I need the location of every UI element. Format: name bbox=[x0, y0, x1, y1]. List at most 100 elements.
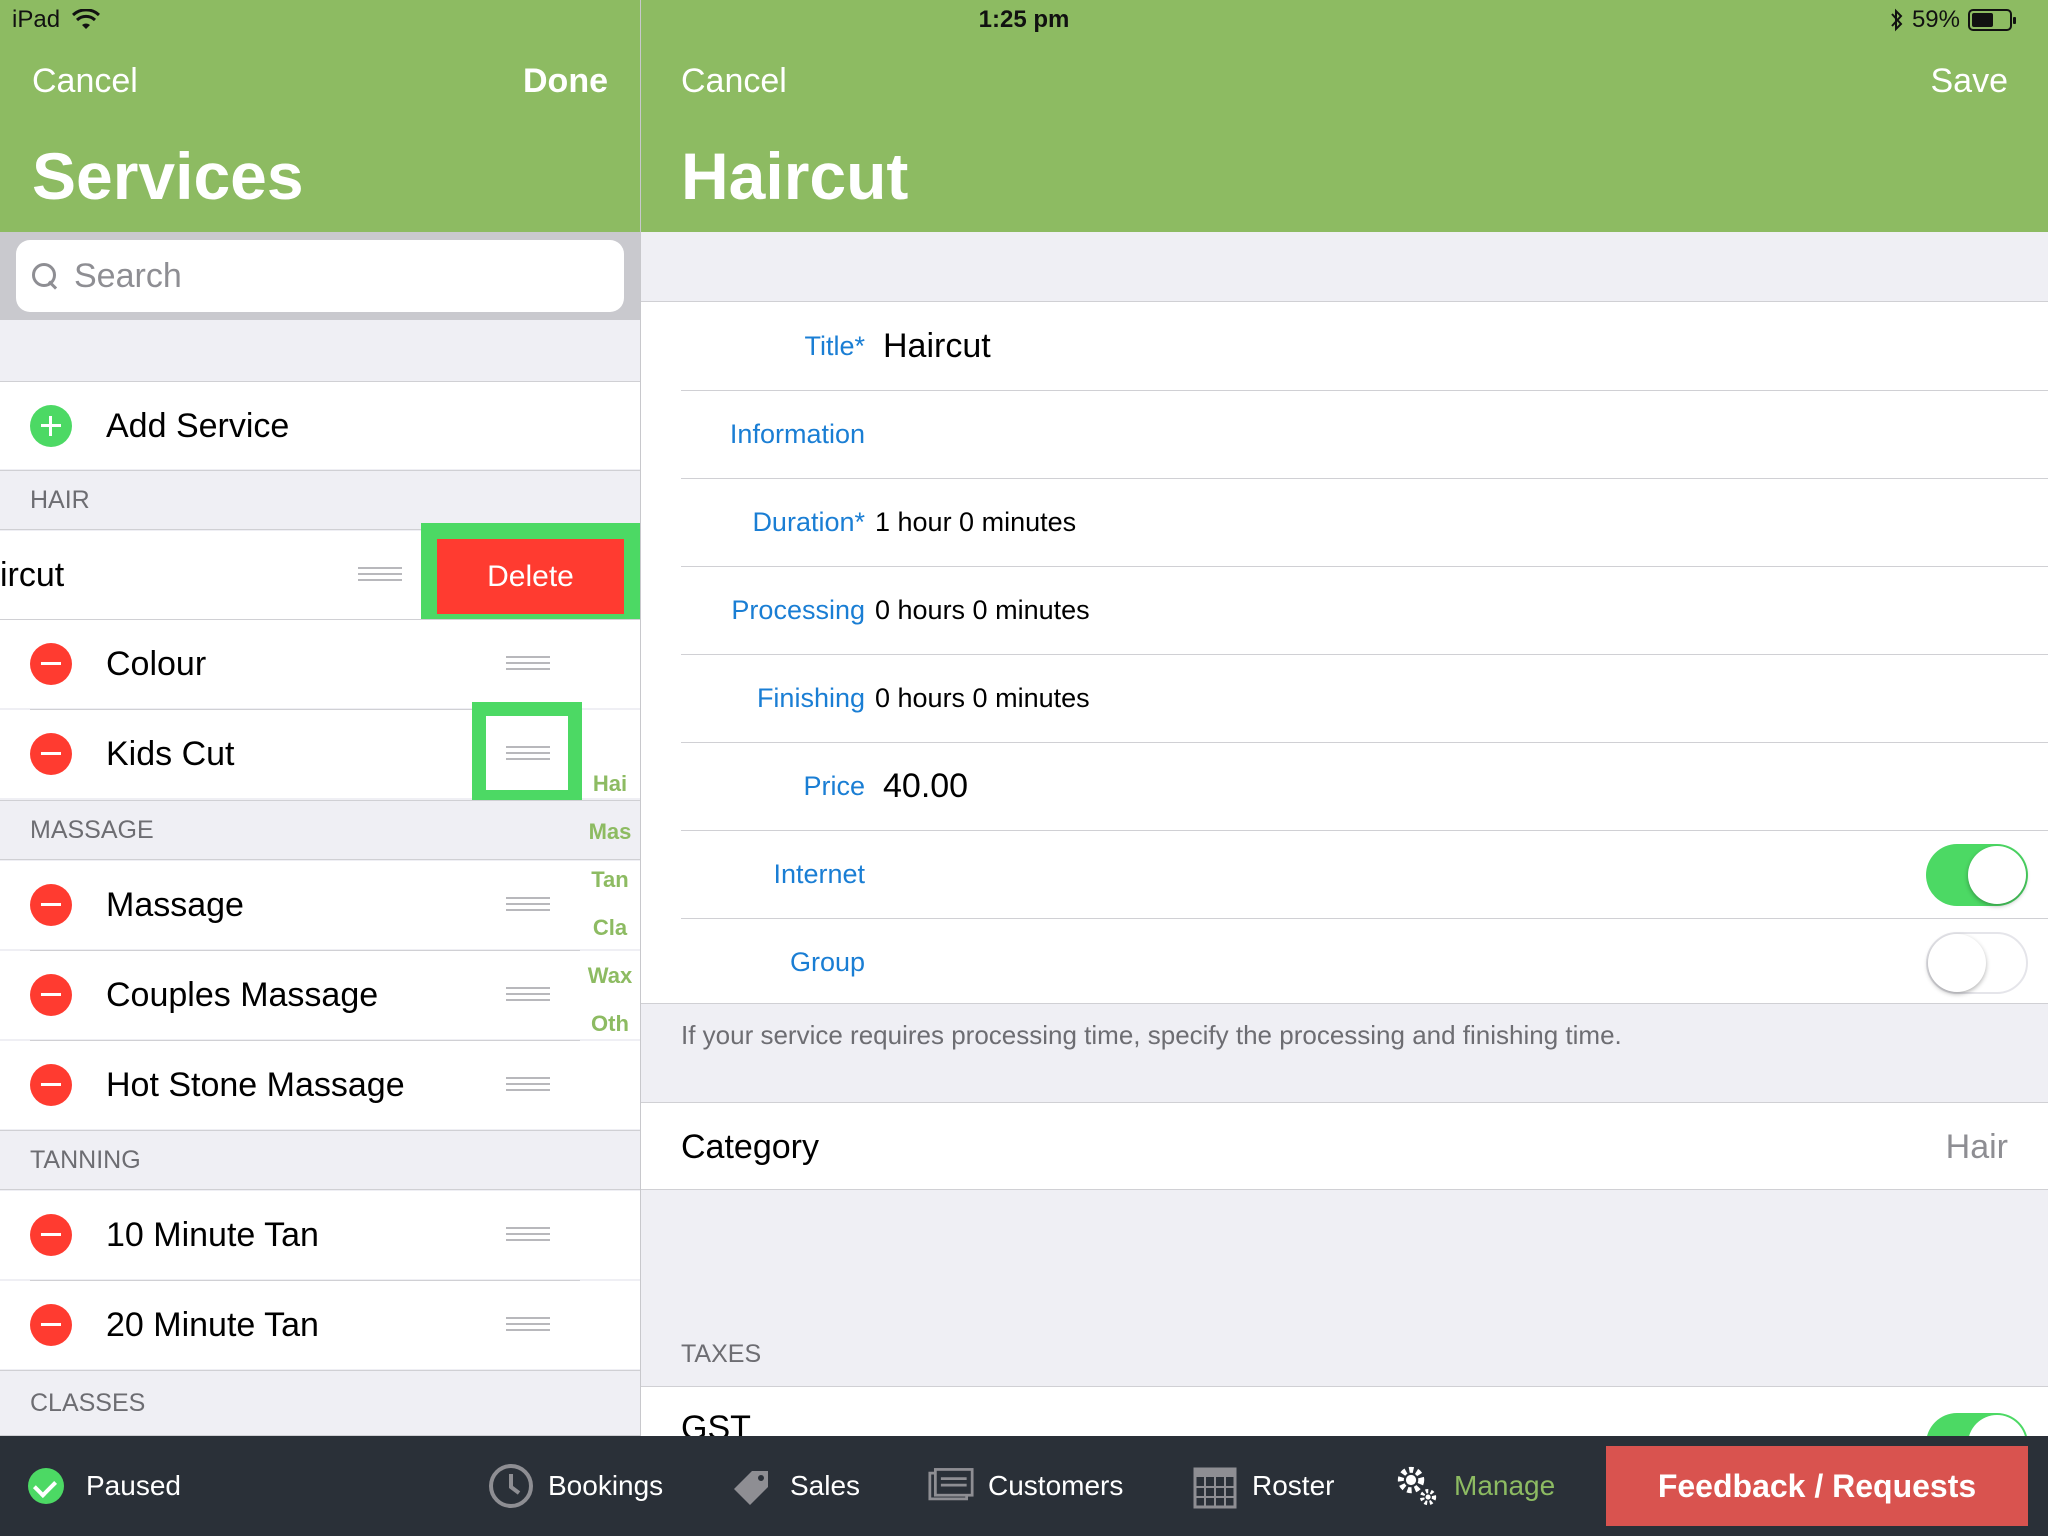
remove-icon[interactable] bbox=[30, 643, 72, 685]
section-index-bar[interactable]: Hai Mas Tan Cla Wax Oth bbox=[580, 760, 640, 1048]
list-item-label: Massage bbox=[106, 885, 244, 924]
service-form: Title* Haircut Information Duration* 1 h… bbox=[641, 302, 2048, 1004]
category-value: Hair bbox=[1945, 1127, 2008, 1166]
index-item-other[interactable]: Oth bbox=[580, 1000, 640, 1048]
list-item-label: 20 Minute Tan bbox=[106, 1305, 319, 1344]
reorder-grip-icon[interactable] bbox=[506, 656, 550, 672]
service-detail-title: Haircut bbox=[681, 139, 909, 213]
reorder-grip-icon[interactable] bbox=[506, 746, 550, 762]
list-item-hot-stone-massage[interactable]: Hot Stone Massage bbox=[0, 1041, 640, 1129]
duration-field[interactable]: 1 hour 0 minutes bbox=[875, 478, 1076, 566]
remove-icon[interactable] bbox=[30, 1064, 72, 1106]
price-label: Price bbox=[803, 770, 865, 801]
tab-bookings[interactable]: Bookings bbox=[488, 1436, 663, 1536]
duration-label: Duration* bbox=[752, 506, 865, 537]
list-item-label: Colour bbox=[106, 644, 207, 683]
finishing-field[interactable]: 0 hours 0 minutes bbox=[875, 654, 1090, 742]
index-item-classes[interactable]: Cla bbox=[580, 904, 640, 952]
status-paused[interactable]: Paused bbox=[28, 1436, 181, 1536]
search-input[interactable] bbox=[74, 256, 574, 296]
list-item-massage[interactable]: Massage bbox=[0, 861, 640, 949]
group-toggle[interactable] bbox=[1926, 932, 2028, 994]
gears-icon bbox=[1394, 1463, 1440, 1509]
tab-customers[interactable]: Customers bbox=[928, 1436, 1123, 1536]
right-cancel-button[interactable]: Cancel bbox=[681, 62, 787, 101]
internet-toggle[interactable] bbox=[1926, 844, 2028, 906]
add-service-label: Add Service bbox=[106, 406, 290, 445]
battery-icon bbox=[1968, 9, 2016, 31]
check-icon bbox=[28, 1468, 64, 1504]
list-item-label: Kids Cut bbox=[106, 734, 235, 773]
paused-label: Paused bbox=[86, 1470, 181, 1501]
reorder-grip-icon[interactable] bbox=[506, 987, 550, 1003]
battery-percent: 59% bbox=[1911, 6, 1960, 33]
tab-label: Sales bbox=[790, 1470, 861, 1501]
index-item-massage[interactable]: Mas bbox=[580, 808, 640, 856]
tab-label: Customers bbox=[988, 1470, 1124, 1501]
price-field[interactable]: 40.00 bbox=[883, 742, 968, 830]
left-cancel-button[interactable]: Cancel bbox=[32, 62, 138, 101]
customers-icon bbox=[928, 1463, 974, 1509]
list-item-label: ircut bbox=[0, 555, 65, 594]
duration-row[interactable]: Duration* 1 hour 0 minutes bbox=[641, 478, 2048, 566]
finishing-row[interactable]: Finishing 0 hours 0 minutes bbox=[641, 654, 2048, 742]
add-service-row[interactable]: Add Service bbox=[0, 381, 640, 469]
internet-label: Internet bbox=[773, 858, 865, 889]
price-tag-icon bbox=[730, 1463, 776, 1509]
list-item-10-minute-tan[interactable]: 10 Minute Tan bbox=[0, 1191, 640, 1279]
tab-label: Bookings bbox=[548, 1470, 664, 1501]
remove-icon[interactable] bbox=[30, 1214, 72, 1256]
gst-toggle[interactable] bbox=[1926, 1413, 2028, 1436]
title-row[interactable]: Title* Haircut bbox=[641, 302, 2048, 390]
processing-row[interactable]: Processing 0 hours 0 minutes bbox=[641, 566, 2048, 654]
processing-footnote: If your service requires processing time… bbox=[681, 1020, 1622, 1050]
finishing-label: Finishing bbox=[756, 682, 865, 713]
remove-icon[interactable] bbox=[30, 884, 72, 926]
search-bar bbox=[0, 232, 640, 320]
list-item-label: Couples Massage bbox=[106, 975, 379, 1014]
category-row[interactable]: Category Hair bbox=[641, 1102, 2048, 1190]
group-label: Group bbox=[789, 946, 865, 977]
reorder-grip-icon[interactable] bbox=[506, 897, 550, 913]
delete-button[interactable]: Delete bbox=[437, 539, 624, 614]
reorder-grip-icon[interactable] bbox=[358, 567, 402, 583]
taxes-section-header: TAXES bbox=[681, 1340, 762, 1368]
processing-label: Processing bbox=[731, 594, 865, 625]
remove-icon[interactable] bbox=[30, 1304, 72, 1346]
feedback-requests-button[interactable]: Feedback / Requests bbox=[1606, 1446, 2028, 1526]
category-label: Category bbox=[681, 1127, 819, 1166]
index-item-tanning[interactable]: Tan bbox=[580, 856, 640, 904]
list-item-20-minute-tan[interactable]: 20 Minute Tan bbox=[0, 1281, 640, 1369]
index-item-hair[interactable]: Hai bbox=[580, 760, 640, 808]
status-time: 1:25 pm bbox=[978, 6, 1070, 33]
tab-manage[interactable]: Manage bbox=[1394, 1436, 1555, 1536]
save-button[interactable]: Save bbox=[1931, 62, 2009, 101]
clock-icon bbox=[488, 1463, 534, 1509]
remove-icon[interactable] bbox=[30, 733, 72, 775]
reorder-grip-icon[interactable] bbox=[506, 1317, 550, 1333]
remove-icon[interactable] bbox=[30, 974, 72, 1016]
services-title: Services bbox=[32, 139, 304, 213]
status-bar-right: 59% bbox=[1890, 6, 2016, 34]
tab-sales[interactable]: Sales bbox=[730, 1436, 860, 1536]
search-icon bbox=[30, 261, 60, 291]
section-header-classes: CLASSES bbox=[0, 1370, 640, 1436]
search-box[interactable] bbox=[16, 240, 624, 312]
add-icon[interactable] bbox=[30, 405, 72, 447]
information-label: Information bbox=[729, 418, 865, 449]
tab-roster[interactable]: Roster bbox=[1192, 1436, 1334, 1536]
index-item-waxing[interactable]: Wax bbox=[580, 952, 640, 1000]
processing-field[interactable]: 0 hours 0 minutes bbox=[875, 566, 1090, 654]
section-header-tanning: TANNING bbox=[0, 1130, 640, 1190]
tab-label: Roster bbox=[1252, 1470, 1335, 1501]
list-item-colour[interactable]: Colour bbox=[0, 620, 640, 708]
reorder-grip-icon[interactable] bbox=[506, 1227, 550, 1243]
reorder-grip-icon[interactable] bbox=[506, 1077, 550, 1093]
bluetooth-icon bbox=[1891, 8, 1903, 32]
title-field[interactable]: Haircut bbox=[883, 302, 991, 390]
price-row[interactable]: Price 40.00 bbox=[641, 742, 2048, 830]
list-item-label: Hot Stone Massage bbox=[106, 1065, 405, 1104]
information-row[interactable]: Information bbox=[641, 390, 2048, 478]
list-item-couples-massage[interactable]: Couples Massage bbox=[0, 951, 640, 1039]
done-button[interactable]: Done bbox=[523, 62, 608, 101]
